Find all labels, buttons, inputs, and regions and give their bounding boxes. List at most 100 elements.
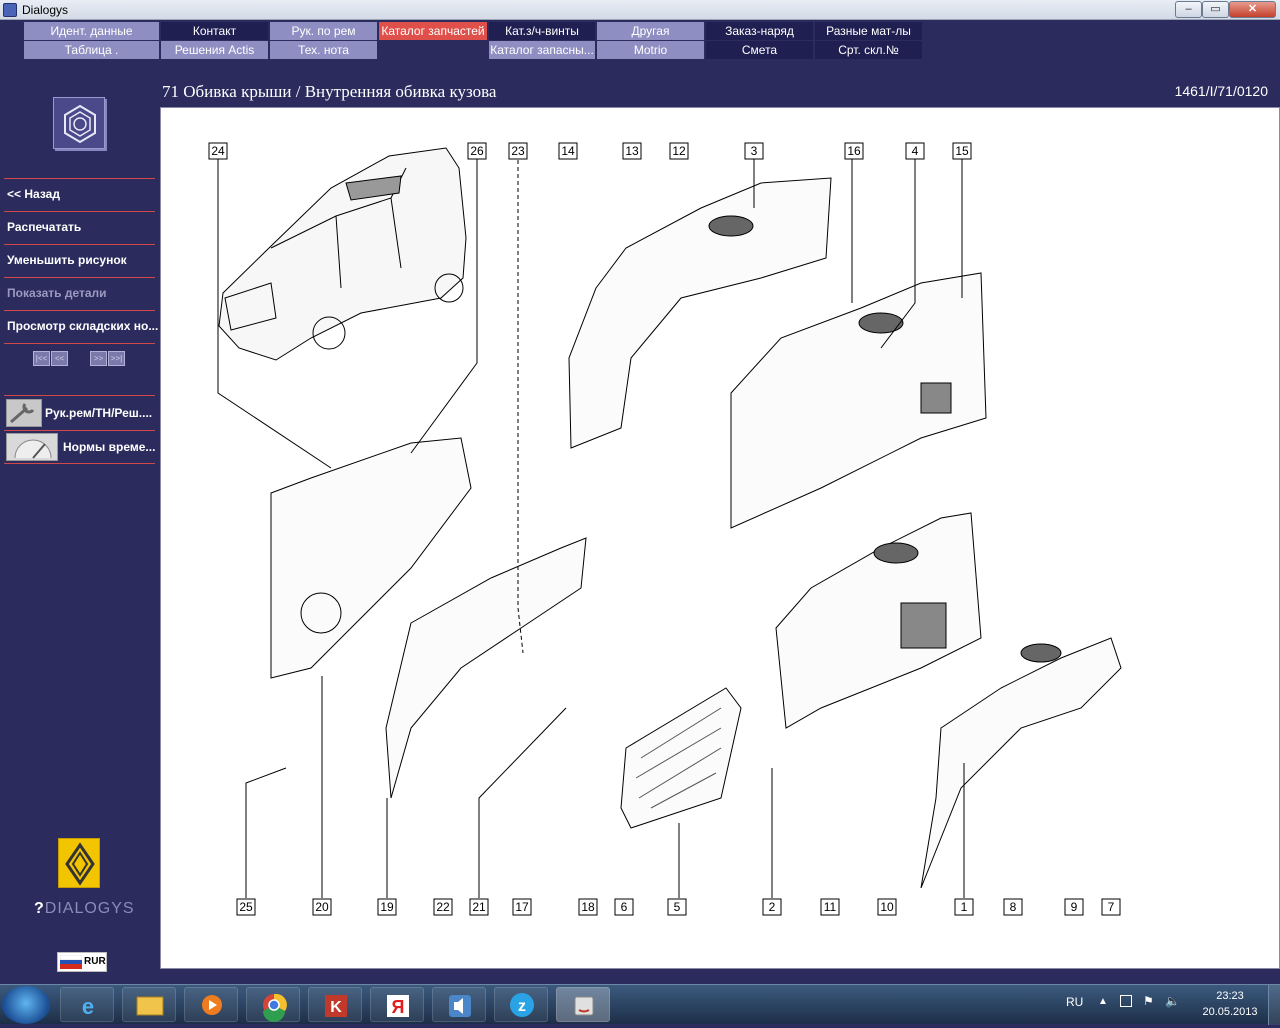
action-center-icon[interactable]: ⚑ (1143, 994, 1154, 1008)
menu-warehouse[interactable]: Срт. скл.№ (815, 41, 922, 59)
callout-bottom-label: 9 (1071, 900, 1078, 914)
yandex-icon[interactable]: Я (370, 987, 424, 1022)
kaspersky-icon[interactable]: K (308, 987, 362, 1022)
chrome-icon[interactable] (246, 987, 300, 1022)
sidebar-divider (4, 211, 155, 212)
gauge-icon (6, 433, 58, 461)
labor-times-label: Нормы време... (63, 440, 156, 454)
callout-bottom-label: 8 (1010, 900, 1017, 914)
close-button[interactable]: ✕ (1229, 1, 1276, 18)
menu-table[interactable]: Таблица . (24, 41, 159, 59)
app-icon (3, 3, 17, 17)
callout-top-label: 12 (672, 144, 686, 158)
parts-diagram[interactable]: 24 26 23 14 13 12 3 16 4 15 25 20 19 22 21 17 18 6 5 2 11 10… (160, 107, 1280, 969)
page-title: 71 Обивка крыши / Внутренняя обивка кузо… (162, 82, 497, 101)
renault-logo (58, 838, 100, 888)
sidebar-divider (4, 395, 155, 396)
sidebar-divider (4, 463, 155, 464)
dialogys-logo: ?DIALOGYS (34, 900, 135, 917)
svg-text:e: e (82, 994, 94, 1019)
window-title: Dialogys (22, 3, 69, 17)
labor-times-link[interactable]: Нормы време... (4, 432, 155, 462)
callout-bottom-label: 21 (472, 900, 486, 914)
menu-contact[interactable]: Контакт (161, 22, 268, 40)
nav-next-button[interactable]: >> (90, 351, 107, 366)
start-button[interactable] (2, 986, 50, 1024)
minimize-button[interactable]: – (1175, 1, 1202, 18)
callout-bottom-label: 25 (239, 900, 253, 914)
app-area: Идент. данные Контакт Рук. по рем Катало… (0, 20, 1280, 984)
language-selector[interactable]: RUR (57, 952, 107, 972)
wrench-icon (6, 399, 42, 427)
callout-top-label: 3 (751, 144, 758, 158)
callout-top-label: 13 (625, 144, 639, 158)
explorer-icon[interactable] (122, 987, 176, 1022)
print-button[interactable]: Распечатать (7, 220, 81, 234)
menu-spare-catalog[interactable]: Каталог запасны... (489, 41, 595, 59)
tray-expand-icon[interactable]: ▲ (1098, 996, 1108, 1007)
callout-top-label: 24 (211, 144, 225, 158)
callout-bottom-label: 10 (880, 900, 894, 914)
sidebar-divider (4, 430, 155, 431)
z-app-icon[interactable]: z (494, 987, 548, 1022)
media-player-icon[interactable] (184, 987, 238, 1022)
taskbar: e K Я z RU ▲ ⚑ 🔈 23:23 20.05.2013 (0, 984, 1280, 1025)
callout-bottom-label: 18 (581, 900, 595, 914)
hex-bolt-logo (53, 97, 105, 149)
menu-work-order[interactable]: Заказ-наряд (706, 22, 813, 40)
repair-manual-label: Рук.рем/ТН/Реш.... (45, 406, 153, 420)
show-details-button[interactable]: Показать детали (7, 286, 107, 300)
volume-app-icon[interactable] (432, 987, 486, 1022)
callout-top-label: 26 (470, 144, 484, 158)
java-app-icon[interactable] (556, 987, 610, 1022)
maximize-button[interactable]: ▭ (1202, 1, 1229, 18)
callout-bottom-label: 1 (961, 900, 968, 914)
show-desktop-button[interactable] (1268, 985, 1280, 1025)
callout-bottom-label: 17 (515, 900, 529, 914)
vehicle-illustration (218, 147, 467, 361)
menu-identification[interactable]: Идент. данные (24, 22, 159, 40)
language-code: RUR (84, 956, 106, 967)
nav-last-button[interactable]: >>| (108, 351, 125, 366)
nav-prev-button[interactable]: << (51, 351, 68, 366)
volume-icon[interactable]: 🔈 (1165, 994, 1180, 1008)
parts-exploded-view: 24 26 23 14 13 12 3 16 4 15 25 20 19 22 21 17 18 6 5 2 11 10… (208, 142, 1122, 916)
ie-icon[interactable]: e (60, 987, 114, 1022)
sidebar-divider (4, 343, 155, 344)
repair-manual-link[interactable]: Рук.рем/ТН/Реш.... (4, 398, 155, 428)
menu-parts-screws[interactable]: Кат.з/ч-винты (489, 22, 595, 40)
sidebar-divider (4, 178, 155, 179)
callout-bottom-label: 5 (674, 900, 681, 914)
network-icon[interactable] (1120, 995, 1132, 1007)
sidebar-divider (4, 310, 155, 311)
menu-motrio[interactable]: Motrio (597, 41, 704, 59)
russia-flag-icon (60, 955, 82, 969)
svg-text:z: z (518, 998, 526, 1015)
menu-actis-solutions[interactable]: Решения Actis (161, 41, 268, 59)
menu-misc-materials[interactable]: Разные мат-лы (815, 22, 922, 40)
clock-time[interactable]: 23:23 (1210, 990, 1250, 1002)
callout-top-label: 14 (561, 144, 575, 158)
nav-first-button[interactable]: |<< (33, 351, 50, 366)
menu-estimate[interactable]: Смета (706, 41, 813, 59)
zoom-out-button[interactable]: Уменьшить рисунок (7, 253, 127, 267)
stock-numbers-button[interactable]: Просмотр складских но... (7, 319, 158, 333)
callout-bottom-label: 22 (436, 900, 450, 914)
menu-parts-catalog[interactable]: Каталог запчастей (379, 22, 487, 40)
menu-other[interactable]: Другая (597, 22, 704, 40)
callout-bottom-label: 19 (380, 900, 394, 914)
back-button[interactable]: << Назад (7, 187, 60, 201)
menu-repair-manual[interactable]: Рук. по рем (270, 22, 377, 40)
callout-top-label: 23 (511, 144, 525, 158)
svg-text:Я: Я (392, 997, 405, 1017)
clock-date[interactable]: 20.05.2013 (1197, 1006, 1263, 1018)
document-code: 1461/I/71/0120 (1174, 83, 1268, 99)
callout-bottom-label: 7 (1108, 900, 1115, 914)
sidebar-divider (4, 244, 155, 245)
callout-bottom-label: 2 (769, 900, 776, 914)
menu-tech-note[interactable]: Тех. нота (270, 41, 377, 59)
callout-top-label: 4 (912, 144, 919, 158)
window-titlebar: Dialogys – ▭ ✕ (0, 0, 1280, 20)
sidebar-divider (4, 277, 155, 278)
tray-language-indicator[interactable]: RU (1066, 995, 1083, 1009)
